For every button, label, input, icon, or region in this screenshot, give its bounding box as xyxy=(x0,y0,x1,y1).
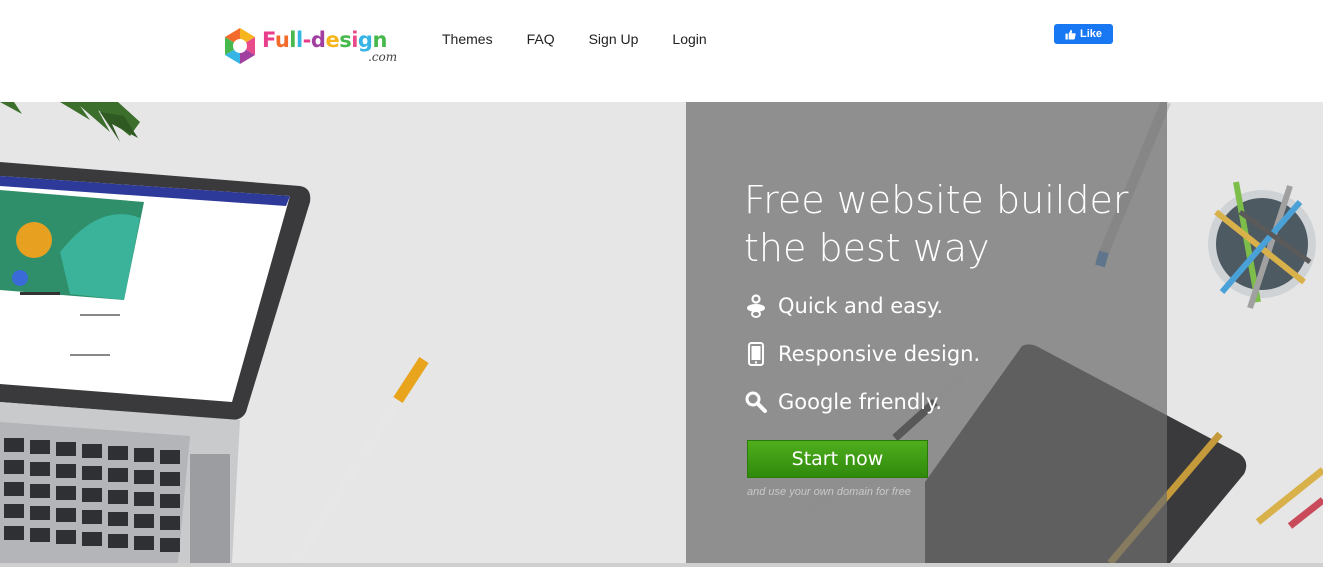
hero-headline-line-2: the best way xyxy=(744,226,990,270)
facebook-like-label: Like xyxy=(1079,28,1102,40)
pencils-decoration xyxy=(1255,467,1323,529)
nav-login[interactable]: Login xyxy=(672,30,706,48)
baby-pacifier-icon xyxy=(744,292,768,320)
pen-cup-decoration xyxy=(1208,181,1316,309)
feature-label: Responsive design. xyxy=(778,342,981,366)
start-now-button[interactable]: Start now xyxy=(747,440,928,478)
nav-themes[interactable]: Themes xyxy=(442,30,493,48)
nav-faq[interactable]: FAQ xyxy=(527,30,555,48)
bottom-divider xyxy=(0,563,1323,567)
feature-quick-easy: Quick and easy. xyxy=(744,292,943,320)
feature-google-friendly: Google friendly. xyxy=(744,388,942,416)
thumbs-up-icon xyxy=(1065,29,1076,40)
logo-hexagon-icon xyxy=(225,28,255,64)
facebook-like-button[interactable]: Like xyxy=(1054,24,1113,44)
logo-suffix: .com xyxy=(368,50,398,64)
logo-wordmark: Full-design xyxy=(262,28,387,52)
mobile-phone-icon xyxy=(744,340,768,368)
feature-label: Quick and easy. xyxy=(778,294,944,318)
nav-sign-up[interactable]: Sign Up xyxy=(589,30,639,48)
laptop-illustration xyxy=(0,162,311,563)
yellow-pen-decoration xyxy=(289,357,429,563)
site-logo[interactable]: Full-design .com xyxy=(220,24,410,70)
hero-headline: Free website builder the best way xyxy=(744,176,1128,272)
search-icon xyxy=(744,388,768,416)
hero-headline-line-1: Free website builder xyxy=(744,178,1129,222)
main-nav: Themes FAQ Sign Up Login xyxy=(442,30,741,48)
cta-note: and use your own domain for free xyxy=(747,486,911,498)
feature-label: Google friendly. xyxy=(778,390,943,414)
site-header: Full-design .com Themes FAQ Sign Up Logi… xyxy=(0,0,1323,102)
logo-wordmark-text: Full-design xyxy=(262,28,387,52)
feature-responsive: Responsive design. xyxy=(744,340,980,368)
hero-overlay-panel: Free website builder the best way Quick … xyxy=(686,102,1167,563)
hero-section: Free website builder the best way Quick … xyxy=(0,102,1323,563)
plant-leaves-decoration xyxy=(0,102,140,142)
